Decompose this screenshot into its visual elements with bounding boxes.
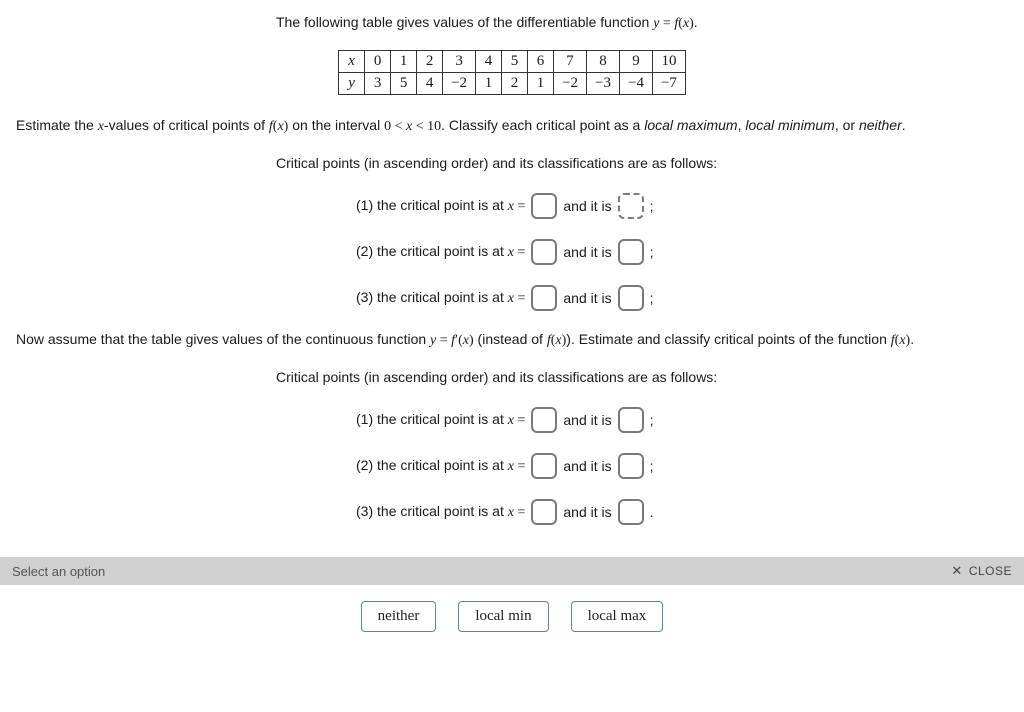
prompt-1: Estimate the x-values of critical points…	[16, 117, 1008, 135]
select-placeholder: Select an option	[12, 564, 105, 579]
classification-dropzone[interactable]	[618, 499, 644, 525]
xvalue-input[interactable]	[531, 285, 557, 311]
option-local-min[interactable]: local min	[458, 601, 548, 632]
options-row: neither local min local max	[0, 585, 1024, 650]
cp1-row-2: (2) the critical point is at x = and it …	[16, 239, 1008, 265]
xvalue-input[interactable]	[531, 239, 557, 265]
table-row-x: x 012345678910	[339, 51, 686, 73]
option-neither[interactable]: neither	[361, 601, 437, 632]
classification-dropzone[interactable]	[618, 453, 644, 479]
table-row-y: y 354−2121−2−3−4−7	[339, 73, 686, 95]
classification-dropzone[interactable]	[618, 407, 644, 433]
classification-dropzone[interactable]	[618, 239, 644, 265]
subhead-2: Critical points (in ascending order) and…	[16, 369, 1008, 385]
close-button[interactable]: ✕ CLOSE	[951, 563, 1012, 579]
cp2-row-1: (1) the critical point is at x = and it …	[16, 407, 1008, 433]
xvalue-input[interactable]	[531, 407, 557, 433]
subhead-1: Critical points (in ascending order) and…	[16, 155, 1008, 171]
prompt-2: Now assume that the table gives values o…	[16, 331, 1008, 349]
xvalue-input[interactable]	[531, 193, 557, 219]
option-bar: Select an option ✕ CLOSE	[0, 557, 1024, 585]
cp1-row-3: (3) the critical point is at x = and it …	[16, 285, 1008, 311]
cp2-row-3: (3) the critical point is at x = and it …	[16, 499, 1008, 525]
close-icon: ✕	[951, 563, 962, 579]
xvalue-input[interactable]	[531, 499, 557, 525]
intro-text: The following table gives values of the …	[16, 14, 1008, 32]
cp2-row-2: (2) the critical point is at x = and it …	[16, 453, 1008, 479]
classification-dropzone[interactable]	[618, 193, 644, 219]
xvalue-input[interactable]	[531, 453, 557, 479]
classification-dropzone[interactable]	[618, 285, 644, 311]
cp1-row-1: (1) the critical point is at x = and it …	[16, 193, 1008, 219]
values-table: x 012345678910 y 354−2121−2−3−4−7	[338, 50, 686, 95]
option-local-max[interactable]: local max	[571, 601, 664, 632]
